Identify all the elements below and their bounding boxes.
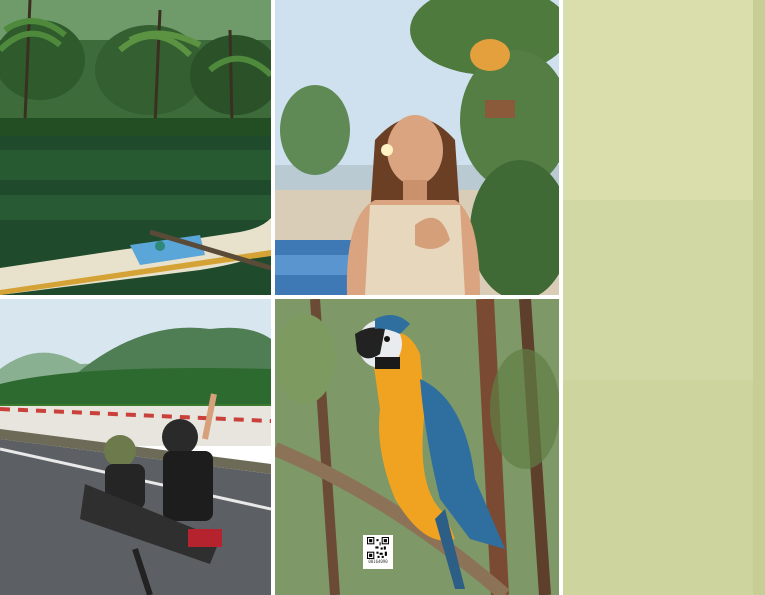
paper-texture-panel[interactable] — [563, 0, 765, 595]
paper-texture-image — [563, 0, 765, 595]
photo-tile-macaw[interactable]: 00164090 — [275, 299, 559, 595]
road-trip-photo-image — [0, 299, 271, 595]
river-photo-image — [0, 0, 271, 295]
qr-caption: 00164090 — [368, 559, 388, 564]
qr-code: 00164090 — [363, 535, 393, 569]
photo-tile-road-trip[interactable] — [0, 299, 271, 595]
qr-code-icon — [367, 537, 389, 559]
photo-tile-portrait[interactable] — [275, 0, 559, 295]
photo-tile-river[interactable] — [0, 0, 271, 295]
macaw-photo-image — [275, 299, 559, 595]
portrait-photo-image — [275, 0, 559, 295]
